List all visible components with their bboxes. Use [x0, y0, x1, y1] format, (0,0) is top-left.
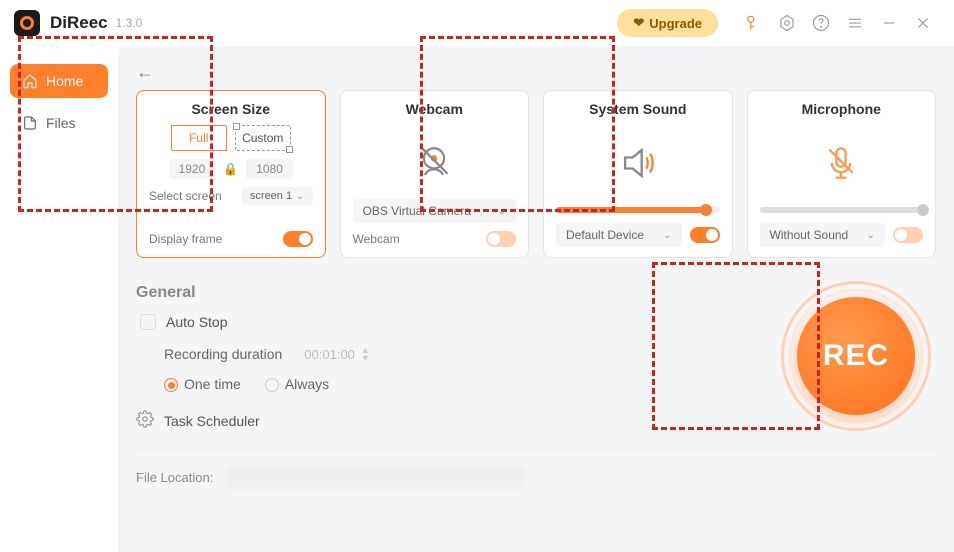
- close-icon[interactable]: [912, 12, 934, 34]
- chevron-down-icon: ⌄: [498, 206, 506, 217]
- screen-size-card: Screen Size Full Custom 1920 🔒 1080 Sele…: [136, 90, 326, 258]
- record-label: REC: [823, 339, 889, 373]
- mic-off-icon: [760, 125, 924, 201]
- rec-duration-label: Recording duration: [164, 346, 282, 362]
- chevron-down-icon: ⌄: [663, 230, 671, 241]
- custom-size-label: Custom: [242, 131, 283, 145]
- home-icon: [22, 73, 38, 89]
- one-time-option[interactable]: One time: [164, 376, 241, 392]
- select-screen-label: Select screen: [149, 189, 222, 203]
- sidebar: Home Files: [0, 46, 118, 552]
- key-icon[interactable]: [742, 12, 764, 34]
- mic-device-value: Without Sound: [770, 228, 849, 242]
- system-volume-slider[interactable]: [556, 207, 720, 213]
- file-location-label: File Location:: [136, 470, 213, 485]
- nav-files[interactable]: Files: [10, 106, 108, 140]
- app-version: 1.3.0: [116, 16, 143, 30]
- webcam-label: Webcam: [353, 232, 400, 246]
- custom-size-button[interactable]: Custom: [235, 125, 291, 151]
- screen-select-value: screen 1: [250, 190, 292, 202]
- webcam-off-icon: [353, 125, 517, 199]
- help-icon[interactable]: [810, 12, 832, 34]
- always-label: Always: [285, 376, 329, 392]
- full-screen-button[interactable]: Full: [171, 125, 227, 151]
- webcam-device-select[interactable]: OBS Virtual Camera ⌄: [353, 199, 517, 223]
- record-button[interactable]: REC: [797, 297, 915, 415]
- height-field[interactable]: 1080: [246, 159, 293, 179]
- radio-icon: [164, 378, 178, 392]
- system-device-value: Default Device: [566, 228, 644, 242]
- mic-device-select[interactable]: Without Sound ⌄: [760, 223, 886, 247]
- webcam-toggle[interactable]: [486, 231, 516, 247]
- mic-toggle[interactable]: [893, 227, 923, 243]
- minimize-icon[interactable]: [878, 12, 900, 34]
- display-frame-toggle[interactable]: [283, 231, 313, 247]
- divider: [136, 449, 936, 450]
- duration-value: 00:01:00: [304, 347, 355, 362]
- full-screen-label: Full: [189, 131, 208, 145]
- webcam-title: Webcam: [353, 101, 517, 117]
- back-icon[interactable]: ←: [136, 62, 154, 83]
- system-device-select[interactable]: Default Device ⌄: [556, 223, 682, 247]
- duration-field[interactable]: 00:01:00 ▲▼: [294, 342, 380, 366]
- auto-stop-checkbox[interactable]: [140, 314, 156, 330]
- title-bar: DiReec 1.3.0 ❤ Upgrade: [0, 0, 954, 46]
- stepper-icon: ▲▼: [361, 346, 370, 362]
- mic-volume-slider[interactable]: [760, 207, 924, 213]
- display-frame-label: Display frame: [149, 232, 222, 246]
- app-logo: [14, 10, 40, 36]
- radio-icon: [265, 378, 279, 392]
- microphone-title: Microphone: [760, 101, 924, 117]
- nav-home-label: Home: [46, 73, 83, 89]
- speaker-icon: [556, 125, 720, 201]
- system-sound-title: System Sound: [556, 101, 720, 117]
- chevron-down-icon: ⌄: [867, 230, 875, 241]
- upgrade-label: Upgrade: [649, 16, 702, 31]
- webcam-device-value: OBS Virtual Camera: [363, 204, 472, 218]
- nav-files-label: Files: [46, 115, 76, 131]
- always-option[interactable]: Always: [265, 376, 329, 392]
- lock-icon[interactable]: 🔒: [223, 162, 238, 176]
- one-time-label: One time: [184, 376, 241, 392]
- screen-size-title: Screen Size: [149, 101, 313, 117]
- auto-stop-label: Auto Stop: [166, 314, 228, 330]
- menu-icon[interactable]: [844, 12, 866, 34]
- system-sound-toggle[interactable]: [690, 227, 720, 243]
- main-panel: ← Screen Size Full Custom 1920 🔒 1080 Se…: [118, 46, 954, 552]
- file-location-path[interactable]: [225, 466, 525, 488]
- heart-icon: ❤: [633, 15, 644, 31]
- app-name: DiReec: [50, 13, 108, 33]
- task-scheduler-label[interactable]: Task Scheduler: [164, 413, 260, 429]
- gear-icon: [136, 410, 154, 431]
- nav-home[interactable]: Home: [10, 64, 108, 98]
- files-icon: [22, 115, 38, 131]
- system-sound-card: System Sound Default Device ⌄: [543, 90, 733, 258]
- webcam-card: Webcam OBS Virtual Camera ⌄ Webcam: [340, 90, 530, 258]
- microphone-card: Microphone Without Sound ⌄: [747, 90, 937, 258]
- settings-icon[interactable]: [776, 12, 798, 34]
- upgrade-button[interactable]: ❤ Upgrade: [617, 9, 718, 37]
- width-field[interactable]: 1920: [169, 159, 216, 179]
- screen-select[interactable]: screen 1 ⌄: [242, 187, 313, 205]
- chevron-down-icon: ⌄: [296, 191, 304, 202]
